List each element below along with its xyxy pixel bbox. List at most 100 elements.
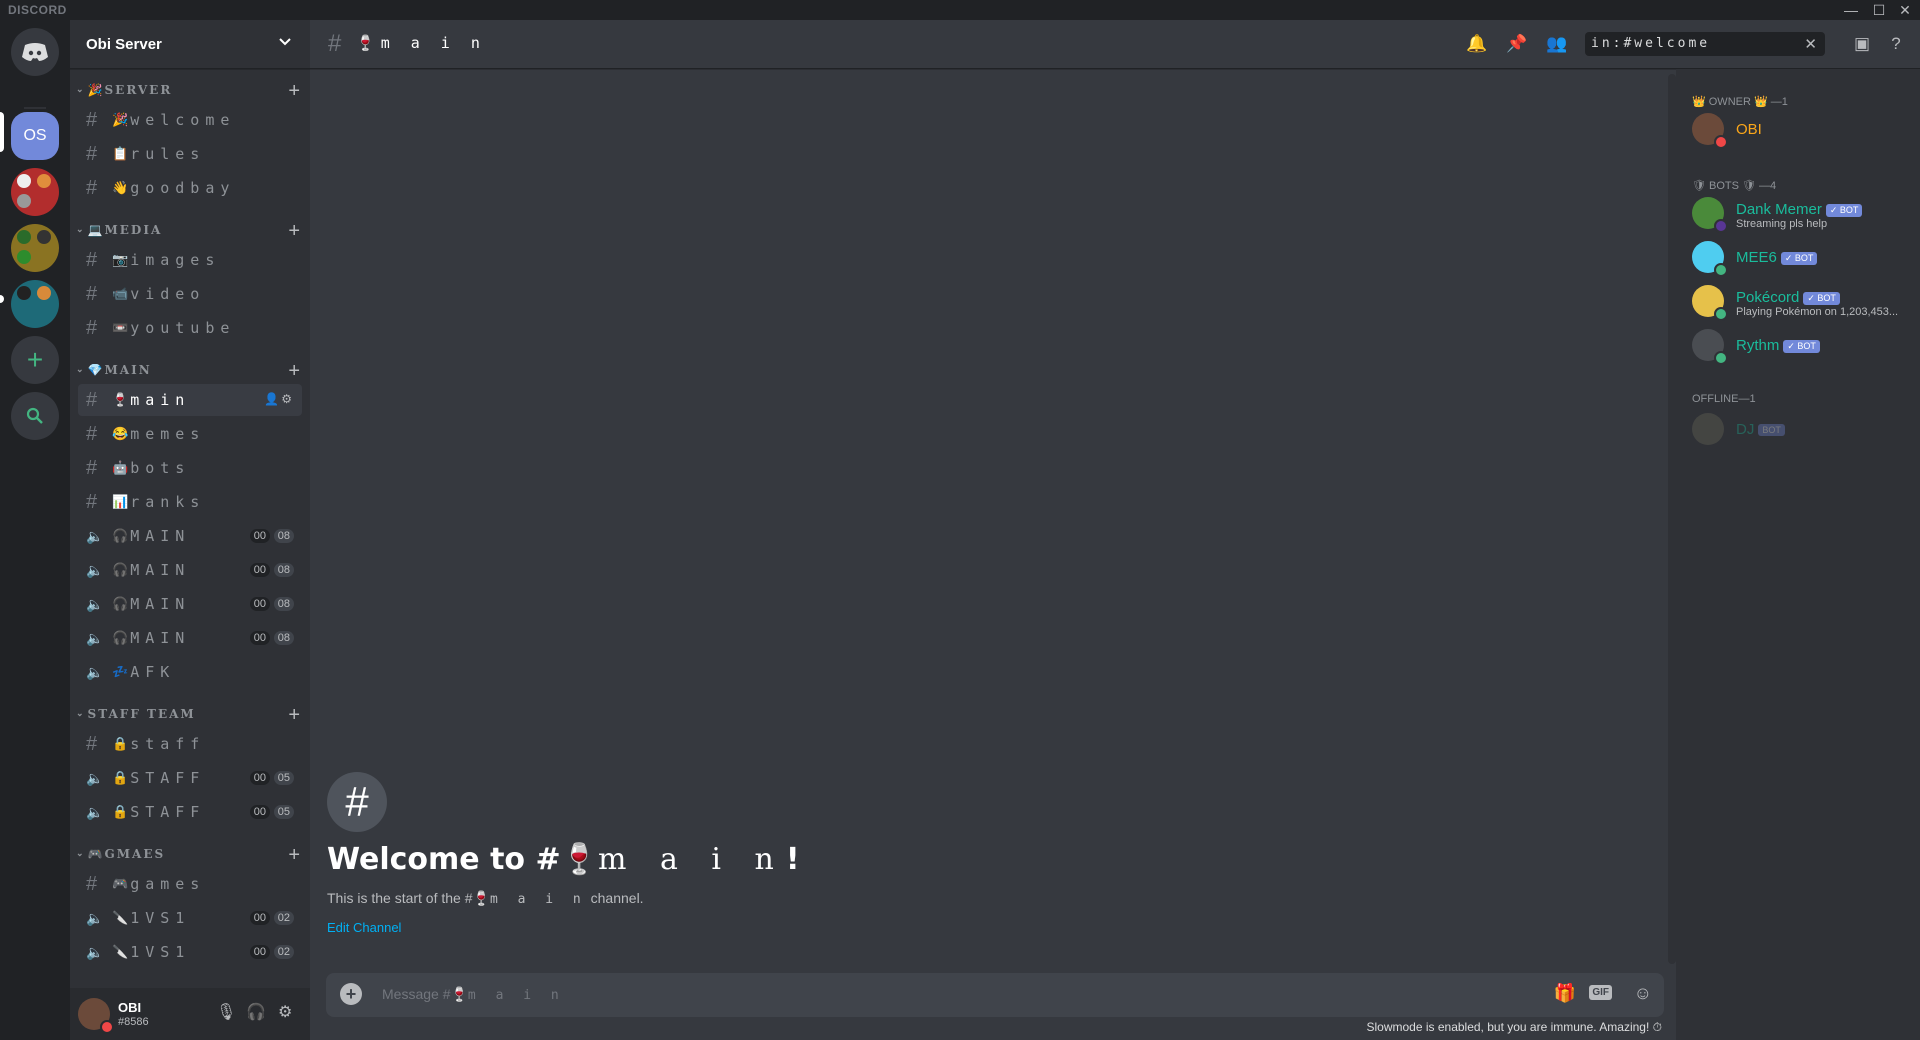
pinned-messages-icon[interactable]: 📌 <box>1505 32 1529 56</box>
guild-folder-3[interactable] <box>11 280 59 328</box>
voice-channel-1vs1[interactable]: 🔈 🔪 1VS1 00 02 <box>78 936 302 968</box>
message-scrollbar[interactable] <box>1668 74 1676 964</box>
message-composer[interactable]: + Message #🍷m a i n 🎁 GIF ☺ <box>326 973 1664 1017</box>
voice-user-limit: 08 <box>273 563 294 577</box>
text-channel-goodbay[interactable]: # 👋 goodbay <box>78 172 302 204</box>
maximize-button[interactable]: ☐ <box>1866 1 1892 19</box>
member-group-owner: 👑 OWNER 👑 —1 <box>1692 96 1788 108</box>
create-channel-plus-icon[interactable]: + <box>288 80 300 103</box>
channel-emoji: 🔒 <box>112 736 129 752</box>
voice-channel-main[interactable]: 🔈 🎧 MAIN 00 08 <box>78 520 302 552</box>
text-channel-welcome[interactable]: # 🎉 welcome <box>78 104 302 136</box>
plus-icon: + <box>26 344 44 375</box>
close-window-button[interactable]: ✕ <box>1892 1 1918 19</box>
voice-channel-main[interactable]: 🔈 🎧 MAIN 00 08 <box>78 588 302 620</box>
member-bot[interactable]: Pokécord ✓ BOT Playing Pokémon on 1,203,4… <box>1692 281 1920 321</box>
inbox-icon[interactable]: ▣ <box>1850 32 1874 56</box>
member-bot[interactable]: MEE6 ✓ BOT <box>1692 237 1920 277</box>
text-channel-games[interactable]: # 🎮 games <box>78 868 302 900</box>
welcome-subtitle: This is the start of the #🍷m a i n chann… <box>327 890 644 907</box>
channel-hash-icon: # <box>86 248 98 271</box>
create-channel-plus-icon[interactable]: + <box>288 360 300 383</box>
voice-user-count: 00 <box>249 529 270 543</box>
channel-settings-gear-icon[interactable]: ⚙ <box>281 392 294 406</box>
text-channel-rules[interactable]: # 📋 rules <box>78 138 302 170</box>
category-label: MAIN <box>104 363 152 377</box>
voice-channel-staff[interactable]: 🔈 🔒 STAFF 00 05 <box>78 762 302 794</box>
edit-channel-link[interactable]: Edit Channel <box>327 920 401 935</box>
member-offline[interactable]: DJ BOT <box>1692 409 1920 449</box>
gif-icon[interactable]: GIF <box>1589 985 1612 1000</box>
member-bot[interactable]: Rythm ✓ BOT <box>1692 325 1920 365</box>
voice-user-count: 00 <box>249 805 270 819</box>
server-list: OS + <box>0 20 70 1040</box>
category-server[interactable]: ⌄ 🎉 SERVER + <box>70 78 310 102</box>
voice-channel-staff[interactable]: 🔈 🔒 STAFF 00 05 <box>78 796 302 828</box>
guild-folder-1[interactable] <box>11 168 59 216</box>
voice-channel-main[interactable]: 🔈 🎧 MAIN 00 08 <box>78 554 302 586</box>
category-media[interactable]: ⌄ 💻 MEDIA + <box>70 218 310 242</box>
voice-user-limit: 08 <box>273 631 294 645</box>
settings-gear-icon[interactable]: ⚙ <box>278 1002 292 1022</box>
emoji-picker-icon[interactable]: ☺ <box>1634 983 1652 1004</box>
message-area <box>310 69 1675 969</box>
member-list-icon[interactable]: 👥 <box>1545 32 1569 56</box>
voice-channel-1vs1[interactable]: 🔈 🔪 1VS1 00 02 <box>78 902 302 934</box>
create-channel-plus-icon[interactable]: + <box>288 220 300 243</box>
explore-servers-button[interactable] <box>11 392 59 440</box>
gift-icon[interactable]: 🎁 <box>1554 983 1576 1004</box>
guild-mini-icon <box>17 286 31 300</box>
voice-channel-afk[interactable]: 🔈 💤 AFK <box>78 656 302 688</box>
notification-bell-icon[interactable]: 🔔 <box>1465 32 1489 56</box>
search-input[interactable]: in:#welcome ✕ <box>1585 32 1825 56</box>
headphones-icon[interactable]: 🎧 <box>246 1002 266 1022</box>
invite-user-icon[interactable]: 👤 <box>264 392 281 406</box>
text-channel-staff[interactable]: # 🔒 staff <box>78 728 302 760</box>
guild-folder-2[interactable] <box>11 224 59 272</box>
category-main[interactable]: ⌄ 💎 MAIN + <box>70 358 310 382</box>
collapse-arrow-icon: ⌄ <box>76 849 84 859</box>
channel-hash-icon: # <box>86 872 98 895</box>
add-server-button[interactable]: + <box>11 336 59 384</box>
text-channel-bots[interactable]: # 🤖 bots <box>78 452 302 484</box>
member-owner[interactable]: OBI <box>1692 109 1920 149</box>
bot-badge: ✓ BOT <box>1780 251 1818 265</box>
upload-plus-icon[interactable]: + <box>340 983 362 1005</box>
channel-name: games <box>130 875 206 893</box>
category-emoji: 💻 <box>87 223 105 237</box>
channel-hash-icon: # <box>86 456 98 479</box>
text-channel-main[interactable]: # 🍷 main 👤⚙ <box>78 384 302 416</box>
text-channel-images[interactable]: # 📷 images <box>78 244 302 276</box>
chat-header: # 🍷m a i n 🔔 📌 👥 in:#welcome ✕ ▣ ? <box>310 20 1920 69</box>
channel-hash-icon: # <box>86 490 98 513</box>
channel-name: STAFF <box>130 803 206 821</box>
voice-user-count: 00 <box>249 945 270 959</box>
member-name: DJ BOT <box>1736 421 1785 438</box>
home-button[interactable] <box>11 28 59 76</box>
guild-obi-server[interactable]: OS <box>11 112 59 160</box>
channel-list: ⌄ 🎉 SERVER + # 🎉 welcome # 📋 rules # 👋 goodbay ⌄ 💻 MEDI… <box>70 78 310 970</box>
member-bot[interactable]: Dank Memer ✓ BOT Streaming pls help <box>1692 193 1920 233</box>
help-icon[interactable]: ? <box>1884 32 1908 56</box>
text-channel-youtube[interactable]: # 📼 youtube <box>78 312 302 344</box>
text-channel-ranks[interactable]: # 📊 ranks <box>78 486 302 518</box>
text-channel-memes[interactable]: # 😂 memes <box>78 418 302 450</box>
dnd-status-icon <box>1714 135 1728 149</box>
minimize-button[interactable]: — <box>1838 1 1864 19</box>
channel-emoji: 📊 <box>112 494 129 510</box>
text-channel-video[interactable]: # 📹 video <box>78 278 302 310</box>
placeholder-emoji: 🍷 <box>450 986 468 1002</box>
category-staff-team[interactable]: ⌄ STAFF TEAM + <box>70 702 310 726</box>
voice-user-count: 00 <box>249 563 270 577</box>
bot-badge: ✓ BOT <box>1825 203 1863 217</box>
microphone-icon[interactable]: 🎙 <box>216 1002 236 1022</box>
collapse-arrow-icon: ⌄ <box>76 225 84 235</box>
speaker-icon: 🔈 <box>86 663 104 680</box>
create-channel-plus-icon[interactable]: + <box>288 704 300 727</box>
voice-channel-main[interactable]: 🔈 🎧 MAIN 00 08 <box>78 622 302 654</box>
category-gmaes[interactable]: ⌄ 🎮 GMAES + <box>70 842 310 866</box>
clear-search-icon[interactable]: ✕ <box>1804 35 1817 53</box>
server-header[interactable]: Obi Server <box>70 20 310 69</box>
create-channel-plus-icon[interactable]: + <box>288 844 300 867</box>
channel-emoji: 🔪 <box>112 910 129 926</box>
